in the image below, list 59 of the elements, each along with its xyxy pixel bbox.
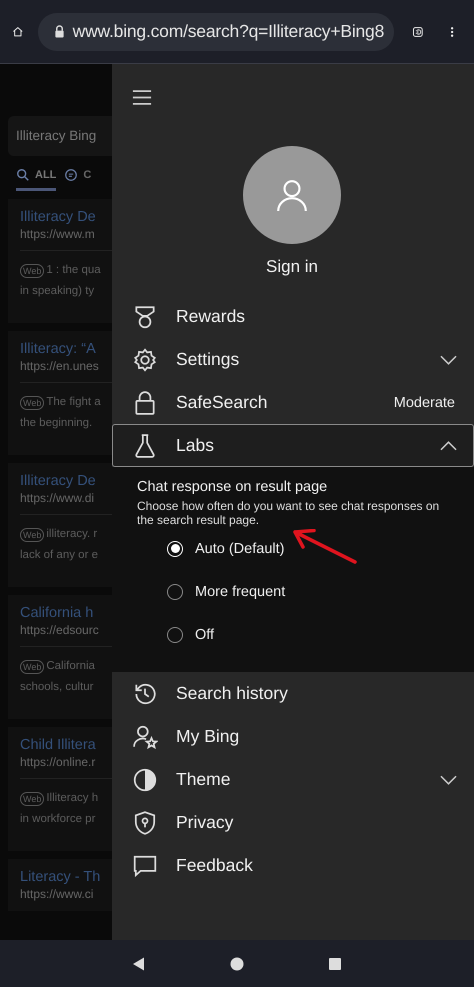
radio-option[interactable]: Auto (Default) [167,527,464,570]
setting-description: Choose how often do you want to see chat responses on the search result page. [137,499,440,527]
annotation-arrow-drawing [292,529,358,565]
result-snippet: California [46,659,95,674]
back-icon[interactable] [131,956,147,972]
menu-item[interactable]: Settings [112,338,474,381]
setting-value: Moderate [394,394,455,410]
home-button-icon[interactable] [229,956,245,972]
result-snippet: schools, cultur [20,680,95,695]
web-badge: Web [20,792,44,806]
web-badge: Web [20,264,44,278]
sign-in-link[interactable]: Sign in [266,257,318,277]
address-bar[interactable]: www.bing.com/search?q=Illiteracy+Bing8 [38,12,394,50]
radio-button[interactable] [167,584,183,600]
result-snippet: 1 : the qua [46,263,101,278]
result-snippet: in speaking) ty [20,284,96,299]
menu-item[interactable]: SafeSearch Moderate [112,381,474,424]
chevron-up-icon[interactable] [440,440,457,450]
web-badge: Web [20,396,44,410]
result-snippet: the beginning. [20,416,94,431]
result-snippet: The fight a [46,395,101,410]
result-snippet: lack of any or e [20,548,99,563]
radio-option[interactable]: More frequent [167,570,464,613]
chevron-down-icon[interactable] [440,774,457,784]
search-icon [16,168,30,182]
result-url: https://www.di [20,491,96,505]
result-snippet: illiteracy. r [46,527,98,542]
person-star-icon [132,724,158,750]
result-snippet: Illiteracy h [46,791,98,806]
person-icon [275,178,309,212]
web-badge: Web [20,660,44,674]
chat-icon [64,168,78,182]
menu-item[interactable]: Rewards [112,295,474,338]
result-url: https://www.ci [20,887,94,901]
url-text: www.bing.com/search?q=Illiteracy+Bing8 [72,21,384,42]
menu-icon[interactable] [132,89,152,106]
result-url: https://online.r [20,755,96,769]
lock-icon [54,25,65,38]
menu-item[interactable]: Privacy [112,801,474,844]
result-url: https://edsourc [20,623,100,637]
result-url: https://en.unes [20,359,100,373]
chevron-down-icon[interactable] [440,354,457,364]
result-snippet: in workforce pr [20,812,96,827]
result-url: https://www.m [20,227,96,241]
menu-item[interactable]: Search history [112,672,474,715]
menu-item[interactable]: Labs [112,424,474,467]
search-field[interactable]: Illiteracy Bing [8,116,112,156]
gear-icon [132,346,158,372]
radio-option[interactable]: Off [167,613,464,656]
menu-item[interactable]: Theme [112,758,474,801]
menu-item[interactable]: Feedback [112,844,474,887]
setting-heading: Chat response on result page [137,479,328,495]
radio-button[interactable] [167,626,183,642]
search-tab[interactable]: ALL [16,168,56,191]
web-badge: Web [20,528,44,542]
contrast-icon [132,766,158,792]
recents-icon[interactable] [327,956,343,972]
shield-icon [132,810,158,836]
menu-item[interactable]: My Bing [112,715,474,758]
